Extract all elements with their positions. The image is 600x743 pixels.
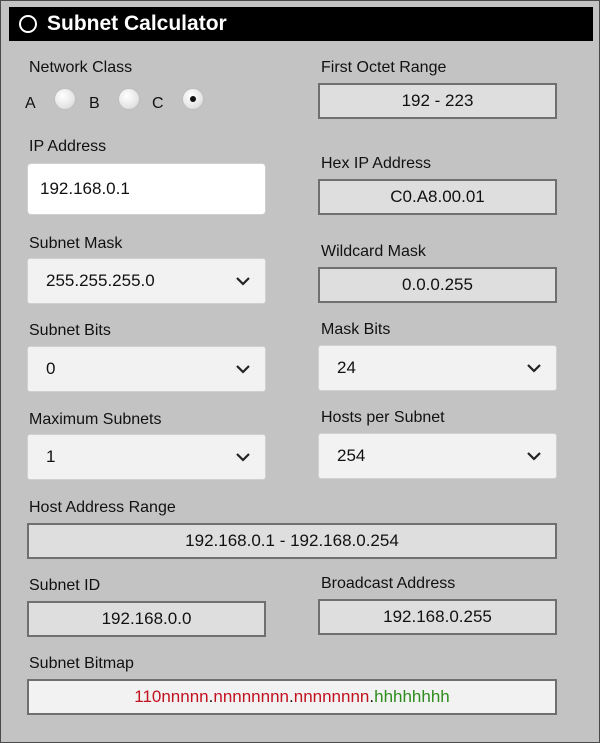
hex-ip-address-field: C0.A8.00.01 — [318, 179, 557, 215]
chevron-down-icon — [527, 364, 541, 373]
maximum-subnets-value: 1 — [46, 447, 56, 466]
network-class-label: Network Class — [29, 59, 133, 76]
subnet-bitmap-label: Subnet Bitmap — [29, 655, 134, 672]
wildcard-mask-field: 0.0.0.255 — [318, 267, 557, 303]
class-b-radio[interactable] — [118, 88, 140, 110]
broadcast-address-field: 192.168.0.255 — [318, 599, 557, 635]
window-title: Subnet Calculator — [47, 12, 227, 35]
chevron-down-icon — [236, 453, 250, 462]
class-c-radio[interactable] — [182, 88, 204, 110]
chevron-down-icon — [527, 452, 541, 461]
host-address-range-field: 192.168.0.1 - 192.168.0.254 — [27, 523, 557, 559]
subnet-bits-value: 0 — [46, 359, 56, 378]
mask-bits-select[interactable]: 24 — [318, 345, 557, 391]
wildcard-mask-label: Wildcard Mask — [321, 243, 426, 260]
title-bar: Subnet Calculator — [9, 7, 593, 41]
subnet-bits-select[interactable]: 0 — [27, 346, 266, 392]
mask-bits-value: 24 — [337, 358, 356, 377]
subnet-bits-label: Subnet Bits — [29, 322, 111, 339]
host-address-range-label: Host Address Range — [29, 499, 176, 516]
class-a-label: A — [25, 95, 36, 112]
subnet-calculator-window: Subnet Calculator Network Class A B C Fi… — [0, 0, 600, 743]
first-octet-range-label: First Octet Range — [321, 59, 447, 76]
bitmap-octet-3: nnnnnnnn — [293, 687, 370, 706]
subnet-id-label: Subnet ID — [29, 577, 101, 594]
bitmap-octet-4: hhhhhhhh — [374, 687, 450, 706]
bitmap-octet-2: nnnnnnnn — [213, 687, 289, 706]
hosts-per-subnet-value: 254 — [337, 446, 366, 465]
mask-bits-label: Mask Bits — [321, 321, 391, 338]
chevron-down-icon — [236, 277, 250, 286]
first-octet-range-field: 192 - 223 — [318, 83, 557, 119]
hosts-per-subnet-label: Hosts per Subnet — [321, 409, 445, 426]
circle-icon — [19, 15, 37, 33]
hosts-per-subnet-select[interactable]: 254 — [318, 433, 557, 479]
class-b-label: B — [89, 95, 100, 112]
subnet-mask-select[interactable]: 255.255.255.0 — [27, 258, 266, 304]
subnet-mask-label: Subnet Mask — [29, 235, 123, 252]
maximum-subnets-select[interactable]: 1 — [27, 434, 266, 480]
class-c-label: C — [152, 95, 164, 112]
ip-address-input[interactable]: 192.168.0.1 — [27, 163, 266, 215]
hex-ip-address-label: Hex IP Address — [321, 155, 431, 172]
bitmap-octet-1: 110nnnnn — [134, 687, 209, 706]
maximum-subnets-label: Maximum Subnets — [29, 411, 162, 428]
broadcast-address-label: Broadcast Address — [321, 575, 456, 592]
subnet-bitmap-field: 110nnnnn. nnnnnnnn. nnnnnnnn. hhhhhhhh — [27, 679, 557, 715]
class-a-radio[interactable] — [54, 88, 76, 110]
subnet-mask-value: 255.255.255.0 — [46, 271, 155, 290]
subnet-id-field: 192.168.0.0 — [27, 601, 266, 637]
chevron-down-icon — [236, 365, 250, 374]
ip-address-label: IP Address — [29, 138, 107, 155]
